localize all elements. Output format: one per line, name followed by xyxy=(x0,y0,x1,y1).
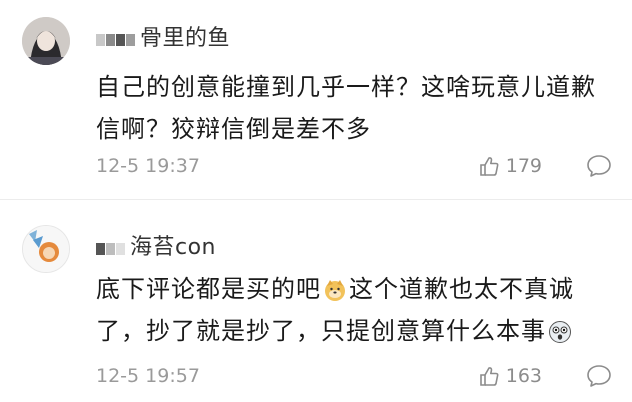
speech-bubble-icon xyxy=(587,365,611,387)
comment-text-part: 底下评论都是买的吧 xyxy=(96,275,321,303)
avatar-image xyxy=(23,226,69,272)
comment-text: 自己的创意能撞到几乎一样？这啥玩意儿道歉信啊？狡辩信倒是差不多 xyxy=(96,73,596,143)
timestamp: 12-5 19:57 xyxy=(96,365,200,387)
thumbs-up-icon xyxy=(479,367,499,386)
username[interactable]: 骨里的鱼 xyxy=(96,20,230,52)
comment-meta: 12-5 19:37 179 xyxy=(96,152,612,180)
comment-list: 骨里的鱼 自己的创意能撞到几乎一样？这啥玩意儿道歉信啊？狡辩信倒是差不多 12-… xyxy=(0,0,632,402)
like-button[interactable]: 163 xyxy=(478,362,542,390)
username-text: 海苔con xyxy=(130,235,216,260)
comment-meta: 12-5 19:57 163 xyxy=(96,362,612,390)
comment-item: 骨里的鱼 自己的创意能撞到几乎一样？这啥玩意儿道歉信啊？狡辩信倒是差不多 12-… xyxy=(0,0,632,199)
thumbs-up-icon xyxy=(479,157,499,176)
avatar[interactable] xyxy=(22,225,70,273)
timestamp: 12-5 19:37 xyxy=(96,155,200,177)
mosaic-blur xyxy=(96,236,126,261)
username[interactable]: 海苔con xyxy=(96,229,216,261)
mosaic-blur xyxy=(96,27,136,52)
doge-emoji-icon xyxy=(325,280,345,301)
reply-button[interactable] xyxy=(586,364,612,388)
like-button[interactable]: 179 xyxy=(478,152,542,180)
comment-item: 海苔con 底下评论都是买的吧 这个道歉也太不真诚了，抄了就是抄了，只提创意算什… xyxy=(0,200,632,402)
like-count: 163 xyxy=(505,365,542,387)
comment-text: 底下评论都是买的吧 这个道歉也太不真诚了，抄了就是抄了，只提创意算什么本事 xyxy=(96,268,606,352)
speech-bubble-icon xyxy=(587,155,611,177)
avatar[interactable] xyxy=(22,17,70,65)
avatar-image xyxy=(22,17,70,65)
shocked-face-emoji-icon xyxy=(549,321,571,343)
reply-button[interactable] xyxy=(586,154,612,178)
username-text: 骨里的鱼 xyxy=(140,26,231,51)
like-count: 179 xyxy=(505,155,542,177)
